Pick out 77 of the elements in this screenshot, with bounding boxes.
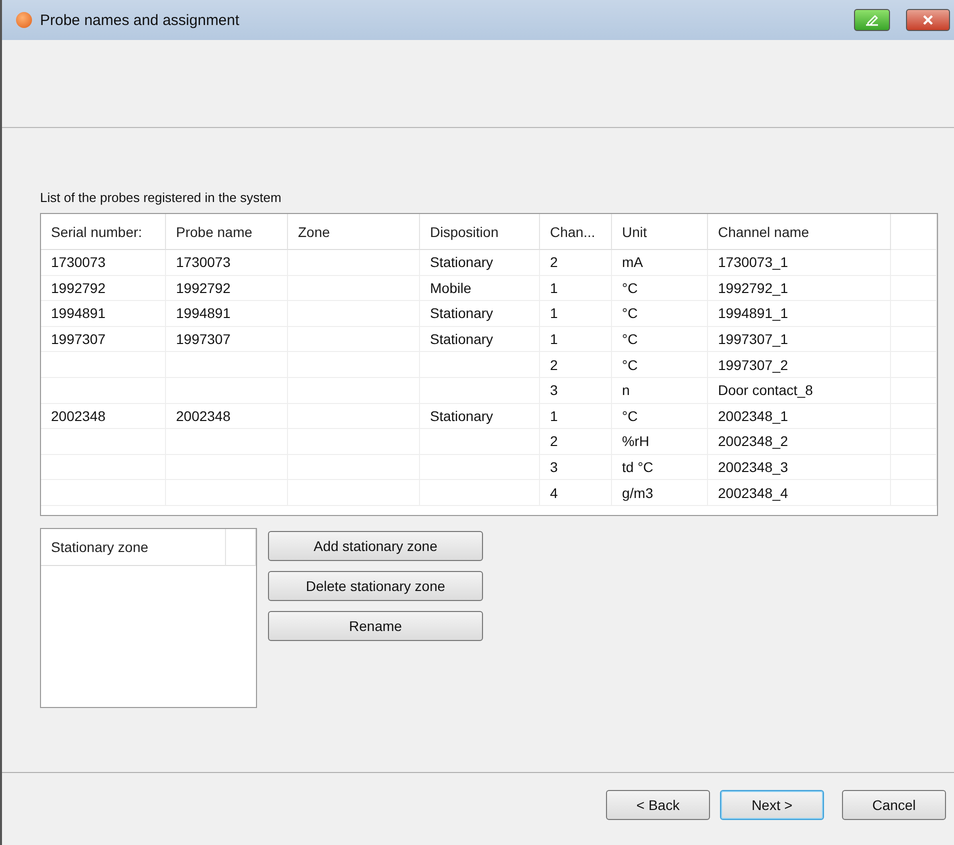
column-header[interactable]: Probe name (166, 214, 288, 250)
empty-cell (891, 429, 937, 455)
table-cell: °C (612, 326, 708, 352)
table-cell: 2002348 (41, 404, 166, 430)
nav-button[interactable]: Cancel (842, 790, 946, 820)
table-cell: 1730073 (166, 250, 288, 276)
table-cell: mA (612, 250, 708, 276)
table-cell: 4 (540, 480, 612, 506)
table-cell: td °C (612, 454, 708, 480)
table-cell: 1992792 (41, 276, 166, 302)
table-cell: 1994891 (41, 301, 166, 327)
table-cell: 1997307 (41, 326, 166, 352)
table-cell: 2002348_4 (708, 480, 891, 506)
empty-cell (891, 276, 937, 302)
empty-cell (891, 454, 937, 480)
zone-button[interactable]: Rename (268, 611, 483, 641)
table-cell: Stationary (420, 301, 540, 327)
table-cell: %rH (612, 429, 708, 455)
table-cell: Door contact_8 (708, 378, 891, 404)
table-cell: Stationary (420, 326, 540, 352)
table-cell: 2002348_3 (708, 454, 891, 480)
empty-cell (891, 352, 937, 378)
table-cell: 2 (540, 250, 612, 276)
column-header[interactable]: Chan... (540, 214, 612, 250)
empty-cell (891, 480, 937, 506)
table-cell: 3 (540, 378, 612, 404)
table-cell: 2002348_2 (708, 429, 891, 455)
table-cell: 1994891 (166, 301, 288, 327)
empty-cell (891, 301, 937, 327)
app-logo-icon (16, 12, 32, 28)
pencil-icon (864, 13, 880, 27)
column-header[interactable]: Unit (612, 214, 708, 250)
table-cell: Stationary (420, 404, 540, 430)
window-title: Probe names and assignment (40, 12, 240, 28)
table-cell: 1997307_2 (708, 352, 891, 378)
table-cell: 1992792_1 (708, 276, 891, 302)
nav-button[interactable]: Next > (720, 790, 824, 820)
edit-button[interactable] (854, 9, 890, 31)
table-cell: 1730073_1 (708, 250, 891, 276)
empty-cell (891, 326, 937, 352)
close-button[interactable] (906, 9, 950, 31)
table-cell: °C (612, 352, 708, 378)
table-cell: °C (612, 404, 708, 430)
table-cell: 2002348 (166, 404, 288, 430)
column-header[interactable]: Serial number: (41, 214, 166, 250)
table-cell: n (612, 378, 708, 404)
table-cell: Mobile (420, 276, 540, 302)
table-cell: 1997307 (166, 326, 288, 352)
table-cell: °C (612, 301, 708, 327)
table-cell: 1 (540, 301, 612, 327)
table-cell: 1730073 (41, 250, 166, 276)
zone-list[interactable]: Stationary zone (40, 528, 257, 708)
empty-cell (891, 250, 937, 276)
table-cell: g/m3 (612, 480, 708, 506)
list-label: List of the probes registered in the system (40, 190, 282, 205)
table-cell: 1 (540, 404, 612, 430)
table-cell: 1997307_1 (708, 326, 891, 352)
table-cell: 1 (540, 276, 612, 302)
table-cell: °C (612, 276, 708, 302)
column-header[interactable]: Zone (288, 214, 420, 250)
close-icon (922, 14, 934, 26)
column-header[interactable]: Stationary zone (41, 529, 226, 566)
zone-button[interactable]: Delete stationary zone (268, 571, 483, 601)
empty-cell (891, 404, 937, 430)
column-header[interactable]: Disposition (420, 214, 540, 250)
table-cell: 1 (540, 326, 612, 352)
table-cell: Stationary (420, 250, 540, 276)
table-cell: 2 (540, 429, 612, 455)
empty-cell (891, 378, 937, 404)
table-cell: 1994891_1 (708, 301, 891, 327)
table-cell: 1992792 (166, 276, 288, 302)
zone-button[interactable]: Add stationary zone (268, 531, 483, 561)
column-header[interactable]: Channel name (708, 214, 891, 250)
table-cell: 2 (540, 352, 612, 378)
nav-button[interactable]: < Back (606, 790, 710, 820)
table-cell: 2002348_1 (708, 404, 891, 430)
table-cell: 3 (540, 454, 612, 480)
